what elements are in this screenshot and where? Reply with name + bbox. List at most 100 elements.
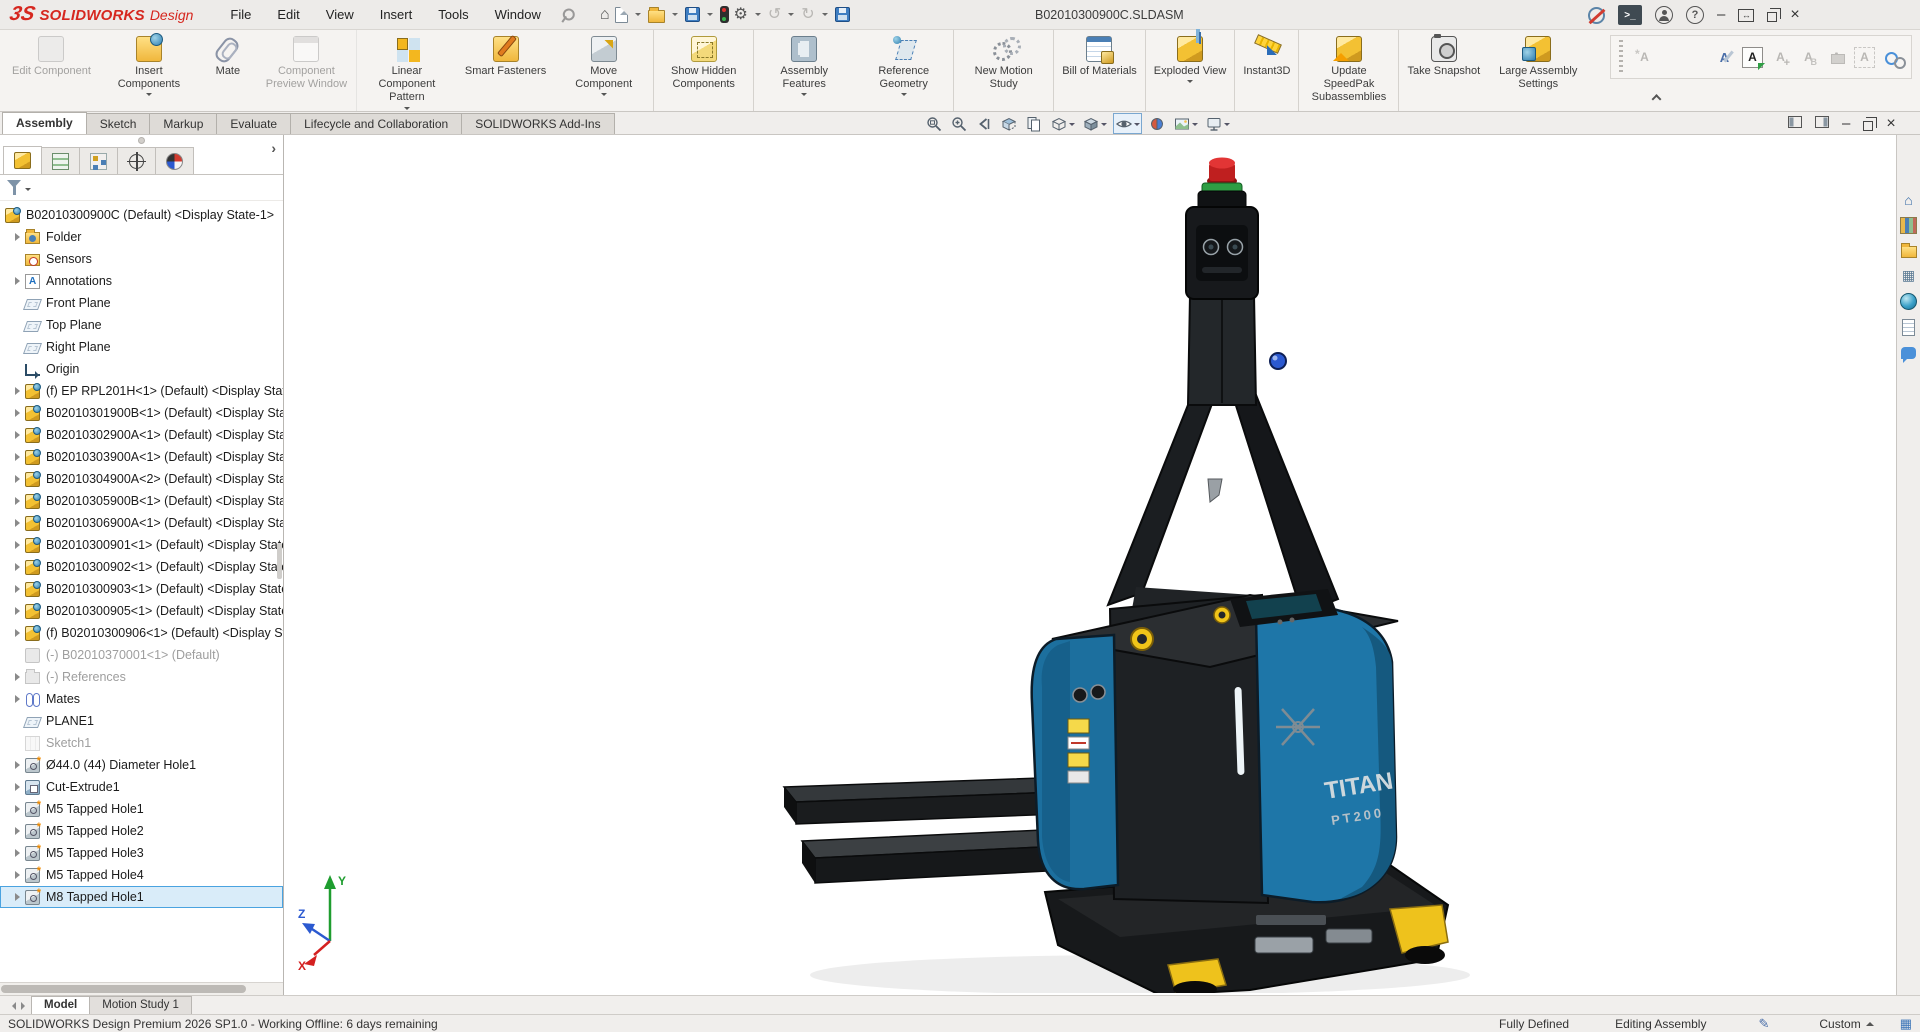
filter-funnel-icon[interactable] xyxy=(7,180,21,195)
tree-item[interactable]: Cut-Extrude1 xyxy=(0,776,283,798)
tree-item[interactable]: (f) EP RPL201H<1> (Default) <Display Sta… xyxy=(0,380,283,402)
design-library-icon[interactable] xyxy=(1900,217,1917,234)
tree-vertical-scrollbar[interactable] xyxy=(277,543,282,579)
tree-item[interactable]: Origin xyxy=(0,358,283,380)
dynamic-annotation-views-icon[interactable] xyxy=(1024,113,1044,134)
account-icon[interactable] xyxy=(1655,6,1673,24)
home-icon[interactable]: ⌂ xyxy=(600,7,610,23)
dropdown-caret[interactable] xyxy=(635,13,641,19)
new-annotation-view-icon[interactable]: A xyxy=(1634,47,1655,68)
tree-item[interactable]: Folder xyxy=(0,226,283,248)
model-tab[interactable]: Motion Study 1 xyxy=(89,996,192,1014)
ribbon-button[interactable]: Large Assembly Settings xyxy=(1488,30,1588,111)
command-tab[interactable]: Assembly xyxy=(2,112,87,134)
save-all-icon[interactable] xyxy=(835,7,850,22)
tree-item[interactable]: Right Plane xyxy=(0,336,283,358)
command-tab[interactable]: Sketch xyxy=(86,113,151,134)
insert-annotation-icon[interactable]: A xyxy=(1742,47,1763,68)
tree-item[interactable]: Ø44.0 (44) Diameter Hole1 xyxy=(0,754,283,776)
tree-item[interactable]: B02010302900A<1> (Default) <Display Stat… xyxy=(0,424,283,446)
belt-chain-icon[interactable] xyxy=(1882,47,1903,68)
undo-icon[interactable]: ↺ xyxy=(768,7,781,23)
ribbon-button[interactable]: Mate xyxy=(199,30,257,111)
minimize-icon[interactable]: – xyxy=(1717,10,1725,20)
annotation-region-icon[interactable]: A xyxy=(1854,47,1875,68)
tree-item[interactable]: Sensors xyxy=(0,248,283,270)
tree-item[interactable]: B02010300902<1> (Default) <Display State… xyxy=(0,556,283,578)
tree-item[interactable]: B02010305900B<1> (Default) <Display Stat… xyxy=(0,490,283,512)
dropdown-caret[interactable] xyxy=(788,13,794,19)
custom-properties-icon[interactable] xyxy=(1902,319,1915,336)
appearances-icon[interactable] xyxy=(1900,293,1917,310)
ribbon-button[interactable]: Exploded View xyxy=(1146,30,1236,111)
tree-item[interactable]: M5 Tapped Hole2 xyxy=(0,820,283,842)
help-icon[interactable]: ? xyxy=(1686,6,1704,24)
edit-appearance-icon[interactable] xyxy=(1147,113,1167,134)
command-tab[interactable]: SOLIDWORKS Add-Ins xyxy=(461,113,614,134)
tree-item[interactable]: PLANE1 xyxy=(0,710,283,732)
panel-tab[interactable] xyxy=(41,147,80,174)
file-explorer-icon[interactable] xyxy=(1901,246,1917,258)
toolbar-drag-handle[interactable] xyxy=(1619,40,1623,74)
tree-item[interactable]: B02010301900B<1> (Default) <Display Stat… xyxy=(0,402,283,424)
menu-item[interactable]: Tools xyxy=(425,0,481,29)
panel-splitter[interactable] xyxy=(0,135,283,146)
tree-item[interactable]: B02010300905<1> (Default) <Display State… xyxy=(0,600,283,622)
collapse-ribbon-button[interactable] xyxy=(1644,93,1668,108)
tree-item[interactable]: Annotations xyxy=(0,270,283,292)
restore-document-icon[interactable] xyxy=(1863,121,1873,131)
save-icon[interactable] xyxy=(685,7,700,22)
display-style-icon[interactable] xyxy=(1081,113,1108,134)
ribbon-button[interactable]: Assembly Features xyxy=(754,30,854,111)
ribbon-button[interactable]: Linear Component Pattern xyxy=(357,30,457,111)
dropdown-caret[interactable] xyxy=(707,13,713,19)
panel-tab[interactable] xyxy=(117,147,156,174)
menu-item[interactable]: View xyxy=(313,0,367,29)
command-tab[interactable]: Lifecycle and Collaboration xyxy=(290,113,462,134)
offline-globe-icon[interactable] xyxy=(1588,7,1605,24)
tree-item[interactable]: (-) References xyxy=(0,666,283,688)
tree-item[interactable]: M5 Tapped Hole3 xyxy=(0,842,283,864)
redo-icon[interactable]: ↻ xyxy=(801,7,814,23)
view-settings-icon[interactable] xyxy=(1204,113,1231,134)
ribbon-button[interactable]: Bill of Materials xyxy=(1054,30,1146,111)
close-icon[interactable]: × xyxy=(1790,6,1799,24)
dropdown-caret[interactable] xyxy=(672,13,678,19)
pin-menu-icon[interactable] xyxy=(555,3,577,25)
add-annotation-icon[interactable]: A xyxy=(1770,47,1791,68)
menu-item[interactable]: Edit xyxy=(264,0,312,29)
menu-item[interactable]: File xyxy=(217,0,264,29)
view-palette-icon[interactable] xyxy=(1900,267,1917,284)
ribbon-button[interactable]: Component Preview Window xyxy=(257,30,357,111)
ribbon-button[interactable]: Smart Fasteners xyxy=(457,30,554,111)
tab-scroll-right-icon[interactable] xyxy=(18,998,31,1014)
section-view-icon[interactable] xyxy=(999,113,1019,134)
new-document-icon[interactable] xyxy=(615,7,628,23)
panel-tab[interactable] xyxy=(79,147,118,174)
panel-tab[interactable] xyxy=(3,146,42,174)
pane-left-icon[interactable] xyxy=(1788,115,1802,133)
scrollbar-thumb[interactable] xyxy=(1,985,246,993)
dropdown-caret[interactable] xyxy=(755,13,761,19)
tree-item[interactable]: (f) B02010300906<1> (Default) <Display S… xyxy=(0,622,283,644)
terminal-icon[interactable]: >_ xyxy=(1618,5,1642,25)
forum-icon[interactable] xyxy=(1901,347,1916,359)
open-icon[interactable] xyxy=(648,10,665,23)
print-annotation-icon[interactable]: A xyxy=(1826,47,1847,68)
taskpane-home-icon[interactable] xyxy=(1900,191,1917,208)
options-gear-icon[interactable]: ⚙ xyxy=(734,7,748,23)
ribbon-button[interactable]: Edit Component xyxy=(4,30,99,111)
units-selector[interactable]: Custom xyxy=(1819,1017,1873,1031)
view-orientation-icon[interactable] xyxy=(1049,113,1076,134)
tree-item[interactable]: Front Plane xyxy=(0,292,283,314)
tree-item[interactable]: M5 Tapped Hole1 xyxy=(0,798,283,820)
tree-item[interactable]: B02010306900A<1> (Default) <Display Stat… xyxy=(0,512,283,534)
restore-icon[interactable] xyxy=(1767,12,1777,22)
command-tab[interactable]: Markup xyxy=(149,113,217,134)
hide-show-items-icon[interactable] xyxy=(1113,113,1142,134)
ribbon-button[interactable]: Update SpeedPak Subassemblies xyxy=(1299,30,1399,111)
tab-scroll-left-icon[interactable] xyxy=(5,998,18,1014)
menu-item[interactable]: Window xyxy=(482,0,554,29)
tree-item[interactable]: M5 Tapped Hole4 xyxy=(0,864,283,886)
annotation-properties-icon[interactable]: A xyxy=(1798,47,1819,68)
